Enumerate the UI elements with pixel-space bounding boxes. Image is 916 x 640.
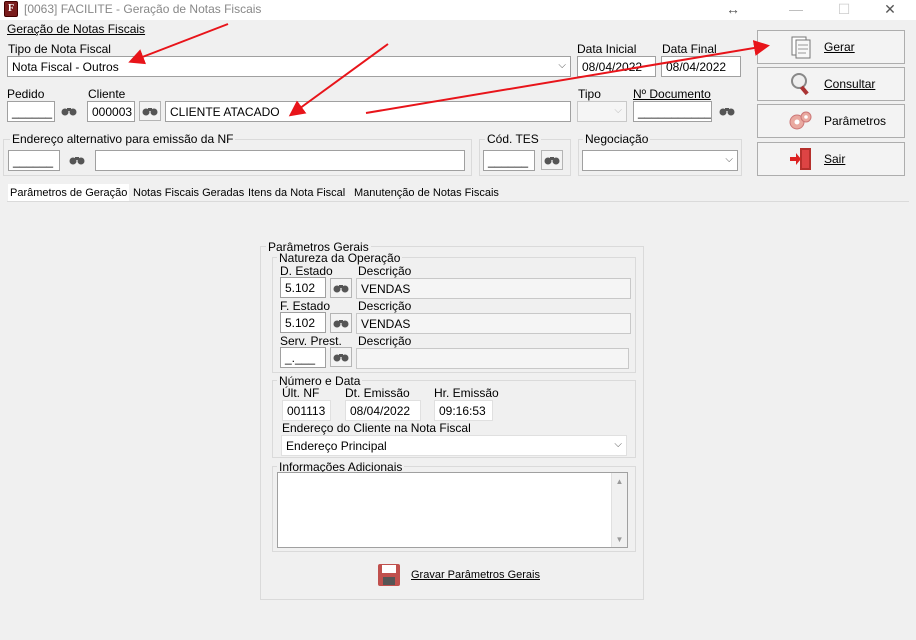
annotation-arrows (128, 23, 770, 117)
annotation-arrow (365, 40, 770, 114)
annotation-arrow (128, 23, 229, 65)
annotation-arrow (288, 43, 389, 117)
